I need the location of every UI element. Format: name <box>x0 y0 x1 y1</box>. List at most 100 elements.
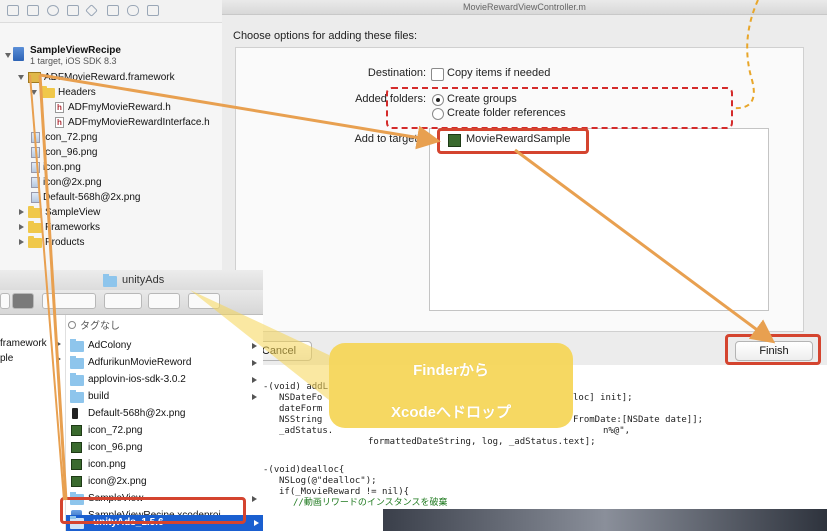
header-file-icon: h <box>55 102 64 113</box>
symbol-tab-icon[interactable] <box>27 5 39 16</box>
folder-icon <box>28 236 42 248</box>
nav-item-image[interactable]: Default-568h@2x.png <box>0 190 222 205</box>
code-line: dateForm <box>279 404 323 414</box>
nav-item-image[interactable]: icon.png <box>0 160 222 175</box>
disclosure-open-icon[interactable] <box>5 53 11 58</box>
nav-item-image[interactable]: icon@2x.png <box>0 175 222 190</box>
disclosure-closed-icon[interactable] <box>19 209 24 215</box>
disclosure-closed-icon[interactable] <box>19 224 24 230</box>
column-view-button[interactable] <box>12 293 34 309</box>
code-line: FromDate:[NSDate date]]; <box>573 415 704 425</box>
folder-icon <box>28 206 42 218</box>
list-item-label: icon_96.png <box>88 442 143 453</box>
header-file-icon: h <box>55 117 64 128</box>
framework-icon <box>28 72 41 83</box>
breakpoint-tab-icon[interactable] <box>127 5 139 16</box>
list-item-label: AdColony <box>88 340 132 351</box>
code-line: _adStatus. <box>279 426 334 436</box>
finish-highlight <box>725 334 821 365</box>
list-item-label: framework <box>0 338 47 349</box>
disclosure-closed-icon[interactable] <box>19 239 24 245</box>
list-item[interactable]: AdfurikunMovieReword <box>66 354 261 371</box>
image-file-icon <box>31 162 40 173</box>
share-icon[interactable] <box>148 293 180 309</box>
finder-window-title: unityAds <box>122 274 165 286</box>
search-tab-icon[interactable] <box>47 5 59 16</box>
nav-item-header-file[interactable]: h ADFmyMovieReward.h <box>0 100 222 115</box>
icon-view-button[interactable] <box>0 293 10 309</box>
folder-icon <box>70 390 84 403</box>
code-line: NSString <box>279 415 323 425</box>
list-item[interactable]: ple <box>0 350 65 367</box>
tag-filter-label: タグなし <box>80 321 120 332</box>
list-item[interactable]: Default-568h@2x.png <box>66 405 261 422</box>
disclosure-open-icon[interactable] <box>18 75 24 80</box>
chevron-right-icon <box>252 496 257 502</box>
disclosure-open-icon[interactable] <box>31 90 37 95</box>
chevron-right-icon <box>252 360 257 366</box>
nav-item-framework[interactable]: ADFMovieReward.framework <box>0 70 222 85</box>
gear-icon[interactable] <box>104 293 142 309</box>
nav-item-label: ADFmyMovieReward.h <box>68 102 171 113</box>
copy-items-checkbox[interactable] <box>431 68 444 81</box>
nav-item-group[interactable]: SampleView <box>0 205 222 220</box>
chevron-right-icon <box>254 520 259 526</box>
code-line: -(void) addL <box>263 382 329 392</box>
nav-item-label: ADFmyMovieRewardInterface.h <box>68 117 210 128</box>
list-item[interactable]: icon_72.png <box>66 422 261 439</box>
copy-items-label[interactable]: Copy items if needed <box>447 67 550 79</box>
list-item[interactable]: icon@2x.png <box>66 473 261 490</box>
nav-item-label: ADFMovieReward.framework <box>44 72 175 83</box>
image-file-icon <box>31 177 40 188</box>
nav-item-label: icon_96.png <box>43 147 98 158</box>
list-item-label: applovin-ios-sdk-3.0.2 <box>88 374 186 385</box>
list-item-label: icon.png <box>88 459 126 470</box>
tag-icon[interactable] <box>188 293 220 309</box>
folder-tab-icon[interactable] <box>7 5 19 16</box>
nav-item-image[interactable]: icon_96.png <box>0 145 222 160</box>
image-file-icon <box>71 459 82 470</box>
finder-column-1[interactable]: framework ple <box>0 315 66 531</box>
chevron-right-icon <box>252 343 257 349</box>
chevron-right-icon <box>56 356 61 362</box>
nav-item-group[interactable]: Products <box>0 235 222 250</box>
folder-icon <box>103 274 117 287</box>
xcode-project-icon <box>13 47 24 61</box>
log-tab-icon[interactable] <box>147 5 159 16</box>
group-button[interactable] <box>42 293 96 309</box>
folder-icon <box>70 339 84 352</box>
navigator-toolbar <box>0 0 222 23</box>
target-highlight <box>437 128 589 154</box>
debug-tab-icon[interactable] <box>107 5 119 16</box>
list-item-label: ple <box>0 353 14 364</box>
list-item[interactable]: icon.png <box>66 456 261 473</box>
finder-toolbar <box>0 290 263 315</box>
finder-titlebar[interactable]: unityAds <box>0 270 263 290</box>
image-file-icon <box>71 425 82 436</box>
nav-item-label: Products <box>45 237 85 248</box>
list-item-label: Default-568h@2x.png <box>88 408 186 419</box>
nav-item-label: Default-568h@2x.png <box>43 192 141 203</box>
window-title: MovieRewardViewController.m <box>222 0 827 15</box>
list-item[interactable]: icon_96.png <box>66 439 261 456</box>
nav-item-label: icon.png <box>43 162 81 173</box>
nav-item-headers[interactable]: Headers <box>0 85 222 100</box>
warning-tab-icon[interactable] <box>67 5 79 16</box>
test-tab-icon[interactable] <box>85 4 98 17</box>
image-file-icon <box>71 442 82 453</box>
list-item[interactable]: applovin-ios-sdk-3.0.2 <box>66 371 261 388</box>
list-item[interactable]: AdColony <box>66 337 261 354</box>
image-file-icon <box>31 192 40 203</box>
targets-list[interactable] <box>429 128 769 311</box>
list-item-label: icon_72.png <box>88 425 143 436</box>
image-file-icon <box>31 132 40 143</box>
code-line: loc] init]; <box>573 393 633 403</box>
nav-item-image[interactable]: icon_72.png <box>0 130 222 145</box>
nav-item-header-file[interactable]: h ADFmyMovieRewardInterface.h <box>0 115 222 130</box>
nav-item-group[interactable]: Frameworks <box>0 220 222 235</box>
code-line: if(_MovieReward != nil){ <box>279 487 410 497</box>
list-item-label: AdfurikunMovieReword <box>88 357 192 368</box>
project-row[interactable]: SampleViewRecipe 1 target, iOS SDK 8.3 <box>0 44 222 68</box>
nav-item-label: Frameworks <box>45 222 101 233</box>
list-item[interactable]: build <box>66 388 261 405</box>
